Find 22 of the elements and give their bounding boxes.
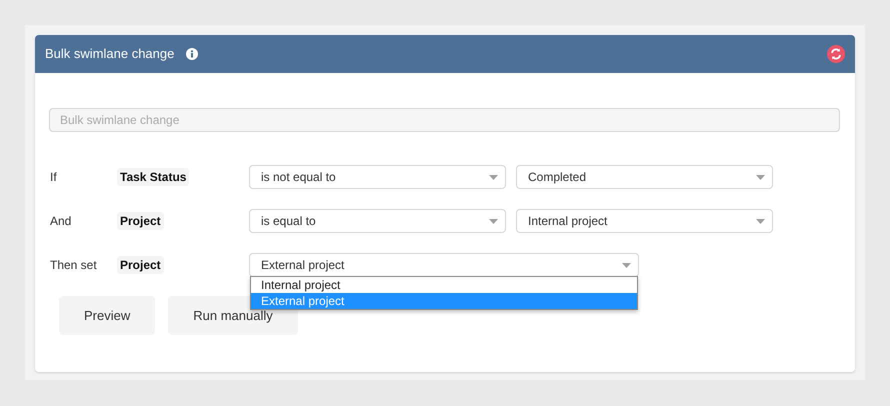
caret-icon xyxy=(756,218,765,224)
operator-select[interactable]: is equal to xyxy=(249,209,506,233)
field-chip: Task Status xyxy=(117,165,249,189)
caret-icon xyxy=(489,174,498,180)
rule-label: And xyxy=(49,213,72,230)
dropdown-option[interactable]: Internal project xyxy=(251,277,637,293)
value-select[interactable]: Completed xyxy=(516,165,773,189)
field-chip: Project xyxy=(117,209,249,233)
caret-icon xyxy=(756,174,765,180)
refresh-icon[interactable] xyxy=(827,45,845,63)
name-field[interactable]: Bulk swimlane change xyxy=(49,108,840,132)
caret-icon xyxy=(489,218,498,224)
rule-label: Then set xyxy=(49,257,98,274)
info-icon xyxy=(186,48,198,60)
field-chip: Project xyxy=(117,253,249,277)
value-select[interactable]: External project xyxy=(249,253,639,277)
panel-title: Bulk swimlane change xyxy=(45,45,174,64)
value-select[interactable]: Internal project xyxy=(516,209,773,233)
action-button[interactable]: Preview xyxy=(59,296,156,335)
operator-select[interactable]: is not equal to xyxy=(249,165,506,189)
caret-icon xyxy=(622,262,631,268)
rule-label: If xyxy=(49,169,58,186)
